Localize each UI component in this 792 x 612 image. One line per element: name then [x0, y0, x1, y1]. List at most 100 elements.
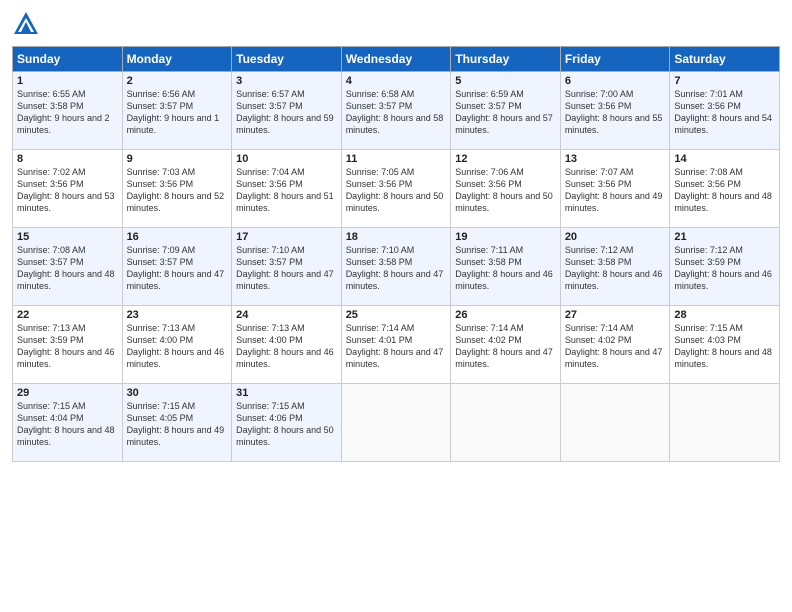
col-header-saturday: Saturday	[670, 47, 780, 72]
day-cell: 10 Sunrise: 7:04 AMSunset: 3:56 PMDaylig…	[232, 150, 342, 228]
day-number: 9	[127, 153, 228, 165]
day-number: 21	[674, 231, 775, 243]
day-info: Sunrise: 7:01 AMSunset: 3:56 PMDaylight:…	[674, 89, 772, 135]
day-cell: 29 Sunrise: 7:15 AMSunset: 4:04 PMDaylig…	[13, 384, 123, 462]
day-number: 28	[674, 309, 775, 321]
day-cell: 27 Sunrise: 7:14 AMSunset: 4:02 PMDaylig…	[560, 306, 670, 384]
logo-icon	[12, 10, 40, 38]
header-row: SundayMondayTuesdayWednesdayThursdayFrid…	[13, 47, 780, 72]
day-info: Sunrise: 7:12 AMSunset: 3:59 PMDaylight:…	[674, 245, 772, 291]
day-number: 1	[17, 75, 118, 87]
day-info: Sunrise: 7:04 AMSunset: 3:56 PMDaylight:…	[236, 167, 334, 213]
calendar-table: SundayMondayTuesdayWednesdayThursdayFrid…	[12, 46, 780, 462]
day-number: 3	[236, 75, 337, 87]
day-number: 10	[236, 153, 337, 165]
day-info: Sunrise: 7:15 AMSunset: 4:05 PMDaylight:…	[127, 401, 225, 447]
day-cell: 30 Sunrise: 7:15 AMSunset: 4:05 PMDaylig…	[122, 384, 232, 462]
day-cell: 20 Sunrise: 7:12 AMSunset: 3:58 PMDaylig…	[560, 228, 670, 306]
day-number: 17	[236, 231, 337, 243]
week-row-4: 22 Sunrise: 7:13 AMSunset: 3:59 PMDaylig…	[13, 306, 780, 384]
day-cell: 25 Sunrise: 7:14 AMSunset: 4:01 PMDaylig…	[341, 306, 451, 384]
day-cell: 21 Sunrise: 7:12 AMSunset: 3:59 PMDaylig…	[670, 228, 780, 306]
day-info: Sunrise: 7:14 AMSunset: 4:02 PMDaylight:…	[565, 323, 663, 369]
day-cell: 26 Sunrise: 7:14 AMSunset: 4:02 PMDaylig…	[451, 306, 561, 384]
day-number: 5	[455, 75, 556, 87]
day-info: Sunrise: 6:58 AMSunset: 3:57 PMDaylight:…	[346, 89, 444, 135]
day-info: Sunrise: 6:56 AMSunset: 3:57 PMDaylight:…	[127, 89, 220, 135]
day-info: Sunrise: 6:59 AMSunset: 3:57 PMDaylight:…	[455, 89, 553, 135]
day-number: 27	[565, 309, 666, 321]
day-info: Sunrise: 7:08 AMSunset: 3:56 PMDaylight:…	[674, 167, 772, 213]
day-cell: 6 Sunrise: 7:00 AMSunset: 3:56 PMDayligh…	[560, 72, 670, 150]
day-number: 26	[455, 309, 556, 321]
day-info: Sunrise: 7:06 AMSunset: 3:56 PMDaylight:…	[455, 167, 553, 213]
day-cell: 28 Sunrise: 7:15 AMSunset: 4:03 PMDaylig…	[670, 306, 780, 384]
day-cell: 18 Sunrise: 7:10 AMSunset: 3:58 PMDaylig…	[341, 228, 451, 306]
day-cell: 24 Sunrise: 7:13 AMSunset: 4:00 PMDaylig…	[232, 306, 342, 384]
day-number: 29	[17, 387, 118, 399]
day-info: Sunrise: 7:14 AMSunset: 4:02 PMDaylight:…	[455, 323, 553, 369]
day-info: Sunrise: 7:03 AMSunset: 3:56 PMDaylight:…	[127, 167, 225, 213]
day-number: 18	[346, 231, 447, 243]
day-cell	[560, 384, 670, 462]
day-info: Sunrise: 7:11 AMSunset: 3:58 PMDaylight:…	[455, 245, 553, 291]
day-cell: 7 Sunrise: 7:01 AMSunset: 3:56 PMDayligh…	[670, 72, 780, 150]
day-info: Sunrise: 7:02 AMSunset: 3:56 PMDaylight:…	[17, 167, 115, 213]
day-number: 19	[455, 231, 556, 243]
day-cell: 16 Sunrise: 7:09 AMSunset: 3:57 PMDaylig…	[122, 228, 232, 306]
day-cell: 13 Sunrise: 7:07 AMSunset: 3:56 PMDaylig…	[560, 150, 670, 228]
day-info: Sunrise: 7:00 AMSunset: 3:56 PMDaylight:…	[565, 89, 663, 135]
day-cell: 22 Sunrise: 7:13 AMSunset: 3:59 PMDaylig…	[13, 306, 123, 384]
day-number: 13	[565, 153, 666, 165]
day-cell: 11 Sunrise: 7:05 AMSunset: 3:56 PMDaylig…	[341, 150, 451, 228]
logo	[12, 10, 44, 38]
day-number: 6	[565, 75, 666, 87]
day-cell: 31 Sunrise: 7:15 AMSunset: 4:06 PMDaylig…	[232, 384, 342, 462]
day-number: 20	[565, 231, 666, 243]
day-info: Sunrise: 7:15 AMSunset: 4:03 PMDaylight:…	[674, 323, 772, 369]
day-number: 12	[455, 153, 556, 165]
day-cell: 4 Sunrise: 6:58 AMSunset: 3:57 PMDayligh…	[341, 72, 451, 150]
day-number: 25	[346, 309, 447, 321]
day-cell: 3 Sunrise: 6:57 AMSunset: 3:57 PMDayligh…	[232, 72, 342, 150]
day-cell: 1 Sunrise: 6:55 AMSunset: 3:58 PMDayligh…	[13, 72, 123, 150]
day-info: Sunrise: 7:15 AMSunset: 4:06 PMDaylight:…	[236, 401, 334, 447]
day-cell	[451, 384, 561, 462]
day-cell: 19 Sunrise: 7:11 AMSunset: 3:58 PMDaylig…	[451, 228, 561, 306]
day-number: 8	[17, 153, 118, 165]
day-number: 16	[127, 231, 228, 243]
day-number: 23	[127, 309, 228, 321]
day-info: Sunrise: 7:13 AMSunset: 4:00 PMDaylight:…	[127, 323, 225, 369]
day-cell: 14 Sunrise: 7:08 AMSunset: 3:56 PMDaylig…	[670, 150, 780, 228]
day-number: 14	[674, 153, 775, 165]
day-cell: 8 Sunrise: 7:02 AMSunset: 3:56 PMDayligh…	[13, 150, 123, 228]
col-header-thursday: Thursday	[451, 47, 561, 72]
day-info: Sunrise: 7:09 AMSunset: 3:57 PMDaylight:…	[127, 245, 225, 291]
day-info: Sunrise: 7:10 AMSunset: 3:58 PMDaylight:…	[346, 245, 444, 291]
week-row-1: 1 Sunrise: 6:55 AMSunset: 3:58 PMDayligh…	[13, 72, 780, 150]
day-info: Sunrise: 7:14 AMSunset: 4:01 PMDaylight:…	[346, 323, 444, 369]
day-cell: 15 Sunrise: 7:08 AMSunset: 3:57 PMDaylig…	[13, 228, 123, 306]
day-info: Sunrise: 7:08 AMSunset: 3:57 PMDaylight:…	[17, 245, 115, 291]
day-info: Sunrise: 6:57 AMSunset: 3:57 PMDaylight:…	[236, 89, 334, 135]
day-info: Sunrise: 7:12 AMSunset: 3:58 PMDaylight:…	[565, 245, 663, 291]
day-number: 4	[346, 75, 447, 87]
col-header-monday: Monday	[122, 47, 232, 72]
day-info: Sunrise: 7:13 AMSunset: 4:00 PMDaylight:…	[236, 323, 334, 369]
day-cell: 2 Sunrise: 6:56 AMSunset: 3:57 PMDayligh…	[122, 72, 232, 150]
day-number: 7	[674, 75, 775, 87]
day-number: 11	[346, 153, 447, 165]
day-number: 15	[17, 231, 118, 243]
day-number: 30	[127, 387, 228, 399]
week-row-3: 15 Sunrise: 7:08 AMSunset: 3:57 PMDaylig…	[13, 228, 780, 306]
col-header-friday: Friday	[560, 47, 670, 72]
col-header-sunday: Sunday	[13, 47, 123, 72]
day-info: Sunrise: 7:13 AMSunset: 3:59 PMDaylight:…	[17, 323, 115, 369]
day-number: 31	[236, 387, 337, 399]
calendar-container: SundayMondayTuesdayWednesdayThursdayFrid…	[0, 0, 792, 470]
col-header-tuesday: Tuesday	[232, 47, 342, 72]
day-cell: 12 Sunrise: 7:06 AMSunset: 3:56 PMDaylig…	[451, 150, 561, 228]
day-cell: 5 Sunrise: 6:59 AMSunset: 3:57 PMDayligh…	[451, 72, 561, 150]
day-cell	[670, 384, 780, 462]
day-info: Sunrise: 7:10 AMSunset: 3:57 PMDaylight:…	[236, 245, 334, 291]
